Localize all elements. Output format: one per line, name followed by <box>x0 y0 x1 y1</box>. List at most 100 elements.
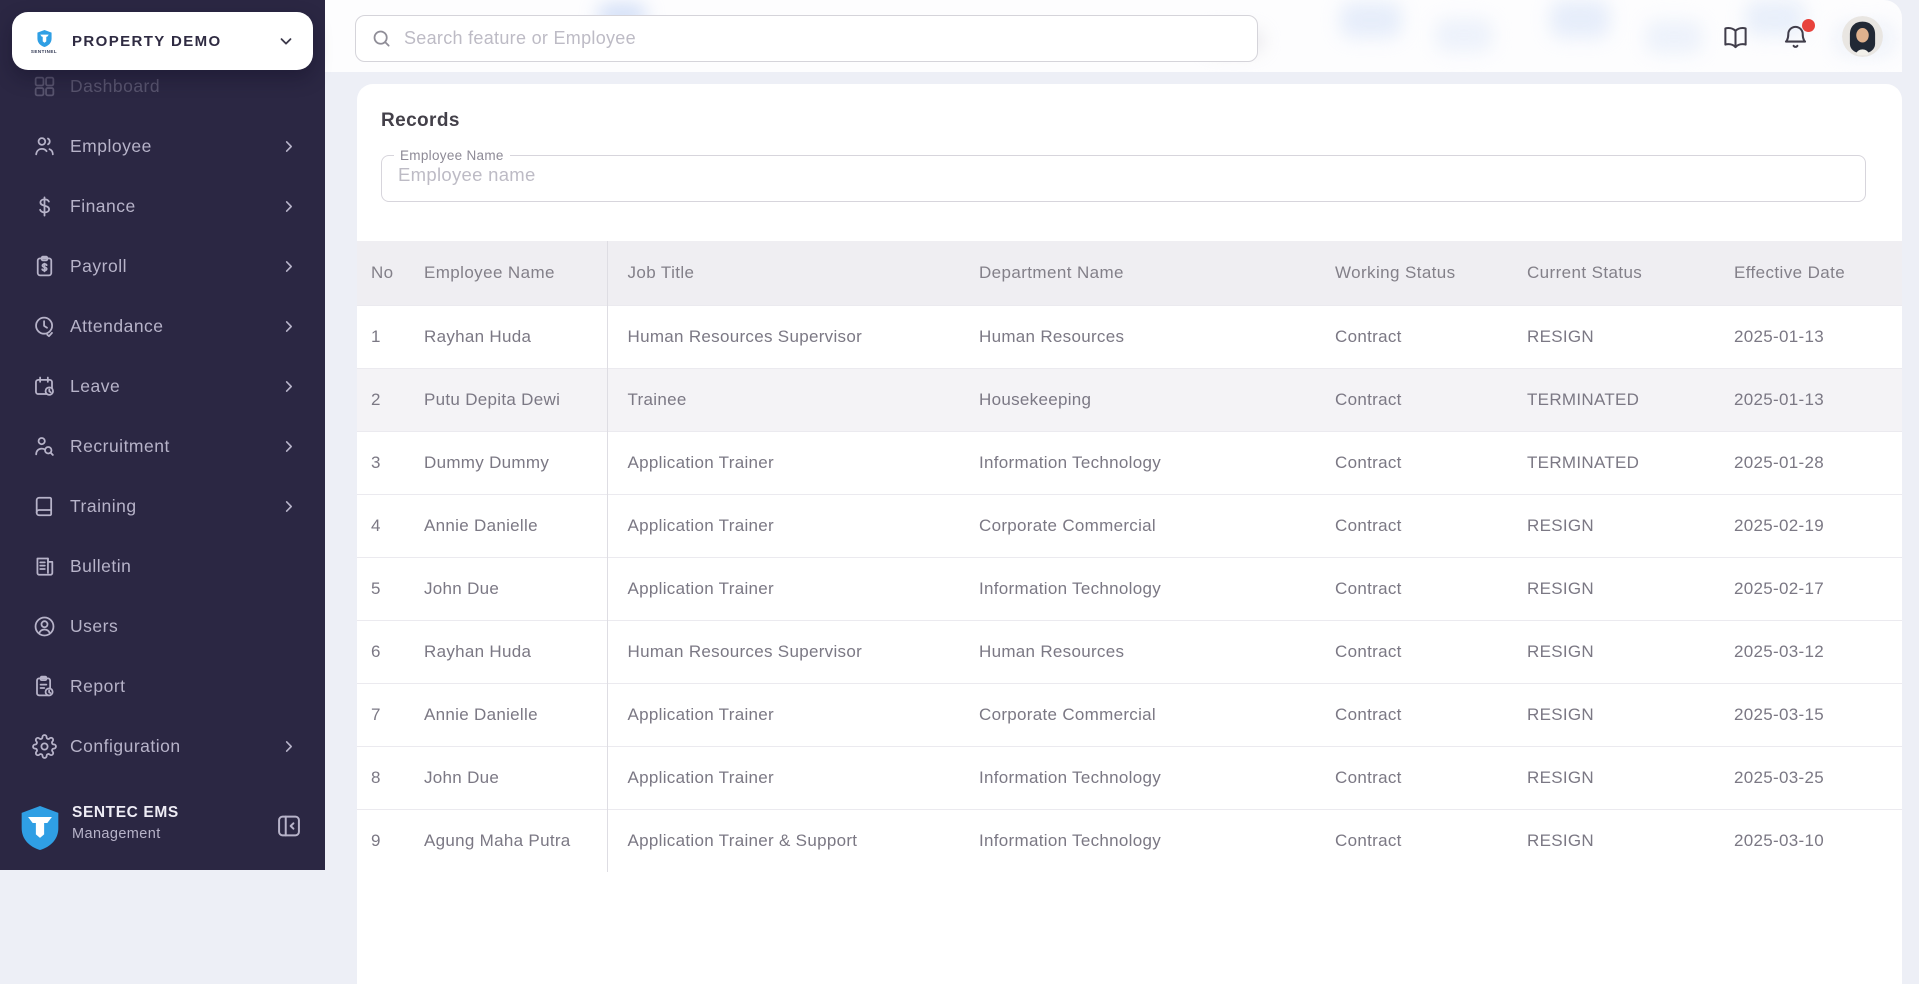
table-cell: Information Technology <box>959 556 1318 620</box>
column-header: Department Name <box>959 241 1318 305</box>
sidebar: SENTINEL PROPERTY DEMO Dashboard Employee… <box>0 0 325 870</box>
table-row[interactable]: 2 Putu Depita Dewi Trainee Housekeeping Cont… <box>357 367 1902 431</box>
sidebar-item-label: Dashboard <box>70 75 161 96</box>
sidebar-item-users[interactable]: Users <box>0 596 325 656</box>
table-cell: 2 <box>357 367 410 431</box>
sidebar-item-employee[interactable]: Employee <box>0 116 325 176</box>
table-cell: Contract <box>1318 808 1508 872</box>
table-cell: 4 <box>357 493 410 557</box>
table-cell: Information Technology <box>959 745 1318 809</box>
table-cell: John Due <box>410 556 608 620</box>
table-cell: Human Resources <box>959 304 1318 368</box>
notifications-button[interactable] <box>1782 18 1815 50</box>
table-row[interactable]: 9 Agung Maha Putra Application Trainer & S… <box>357 808 1902 872</box>
chevron-right-icon <box>280 198 297 215</box>
page-title: Records <box>381 110 460 131</box>
table-cell: 3 <box>357 430 410 494</box>
search-input[interactable] <box>404 16 1257 61</box>
sidebar-item-recruitment[interactable]: Recruitment <box>0 416 325 476</box>
table-cell: Contract <box>1318 430 1508 494</box>
table-cell: John Due <box>410 745 608 809</box>
sidebar-item-label: Report <box>70 675 126 696</box>
users-icon <box>32 614 57 639</box>
payroll-icon <box>32 254 57 279</box>
employee-name-filter: Employee Name <box>381 148 1866 202</box>
table-cell: Information Technology <box>959 430 1318 494</box>
header-row: No Employee Name Job Title Department Name W… <box>357 241 1902 305</box>
sidebar-item-label: Recruitment <box>70 435 170 456</box>
column-header: Working Status <box>1318 241 1508 305</box>
table-cell: Human Resources <box>959 619 1318 683</box>
table-row[interactable]: 1 Rayhan Huda Human Resources Supervisor Hu… <box>357 304 1902 368</box>
table-cell: RESIGN <box>1508 493 1716 557</box>
sidebar-item-leave[interactable]: Leave <box>0 356 325 416</box>
table-cell: Application Trainer <box>607 430 959 494</box>
table-cell: 2025-01-28 <box>1716 430 1902 494</box>
configuration-icon <box>32 733 57 759</box>
table-cell: 2025-02-17 <box>1716 556 1902 620</box>
table-cell: Contract <box>1318 745 1508 809</box>
table-cell: RESIGN <box>1508 682 1716 746</box>
sidebar-item-label: Leave <box>70 375 121 396</box>
sidebar-item-report[interactable]: Report <box>0 656 325 716</box>
finance-icon <box>32 194 57 219</box>
sidebar-item-label: Employee <box>70 135 152 156</box>
sidebar-item-configuration[interactable]: Configuration <box>0 716 325 776</box>
table-row[interactable]: 6 Rayhan Huda Human Resources Supervisor Hu… <box>357 619 1902 683</box>
table-cell: Annie Danielle <box>410 682 608 746</box>
chevron-right-icon <box>280 138 297 155</box>
table-cell: Contract <box>1318 556 1508 620</box>
sidebar-item-finance[interactable]: Finance <box>0 176 325 236</box>
sidebar-item-bulletin[interactable]: Bulletin <box>0 536 325 596</box>
employee-name-filter-label: Employee Name <box>400 148 504 163</box>
sidebar-item-label: Payroll <box>70 255 127 276</box>
user-avatar[interactable] <box>1842 15 1883 57</box>
table-cell: 8 <box>357 745 410 809</box>
app-subtitle: Management <box>72 826 161 842</box>
sidebar-item-training[interactable]: Training <box>0 476 325 536</box>
records-table: No Employee Name Job Title Department Name W… <box>357 241 1902 872</box>
table-cell: Human Resources Supervisor <box>607 304 959 368</box>
column-header: No <box>357 241 410 305</box>
table-cell: 2025-03-15 <box>1716 682 1902 746</box>
table-cell: Contract <box>1318 619 1508 683</box>
workspace-logo-text: SENTINEL <box>30 48 58 54</box>
table-row[interactable]: 7 Annie Danielle Application Trainer Corpor… <box>357 682 1902 746</box>
table-cell: 2025-01-13 <box>1716 367 1902 431</box>
table-cell: 2025-03-12 <box>1716 619 1902 683</box>
table-cell: Contract <box>1318 304 1508 368</box>
table-cell: Application Trainer <box>607 556 959 620</box>
sidebar-item-attendance[interactable]: Attendance <box>0 296 325 356</box>
collapse-sidebar-icon <box>278 815 300 837</box>
workspace-switcher[interactable]: SENTINEL PROPERTY DEMO <box>12 12 313 70</box>
table-cell: 2025-01-13 <box>1716 304 1902 368</box>
sidebar-collapse-button[interactable] <box>275 812 303 840</box>
table-row[interactable]: 3 Dummy Dummy Application Trainer Informati… <box>357 430 1902 494</box>
attendance-icon <box>32 314 57 339</box>
blurred-ghost <box>1550 0 1610 38</box>
sidebar-item-label: Attendance <box>70 315 164 336</box>
global-search <box>355 15 1258 62</box>
table-row[interactable]: 4 Annie Danielle Application Trainer Corpor… <box>357 493 1902 557</box>
chevron-right-icon <box>280 318 297 335</box>
sidebar-item-label: Configuration <box>70 735 181 756</box>
table-cell: Putu Depita Dewi <box>410 367 608 431</box>
table-cell: RESIGN <box>1508 808 1716 872</box>
records-table-header: No Employee Name Job Title Department Name W… <box>357 241 1902 305</box>
table-row[interactable]: 8 John Due Application Trainer Information … <box>357 745 1902 809</box>
app-title-block: SENTEC EMS Management <box>72 804 179 842</box>
sidebar-item-label: Finance <box>70 195 136 216</box>
table-cell: 6 <box>357 619 410 683</box>
blurred-ghost <box>1435 18 1493 52</box>
table-cell: TERMINATED <box>1508 367 1716 431</box>
sidebar-item-payroll[interactable]: Payroll <box>0 236 325 296</box>
sidebar-item-label: Users <box>70 615 119 636</box>
table-cell: Contract <box>1318 493 1508 557</box>
employee-name-input[interactable] <box>398 163 1822 186</box>
table-cell: Contract <box>1318 367 1508 431</box>
docs-button[interactable] <box>1722 23 1749 50</box>
report-icon <box>32 674 57 699</box>
table-row[interactable]: 5 John Due Application Trainer Information … <box>357 556 1902 620</box>
table-cell: Annie Danielle <box>410 493 608 557</box>
chevron-right-icon <box>280 258 297 275</box>
